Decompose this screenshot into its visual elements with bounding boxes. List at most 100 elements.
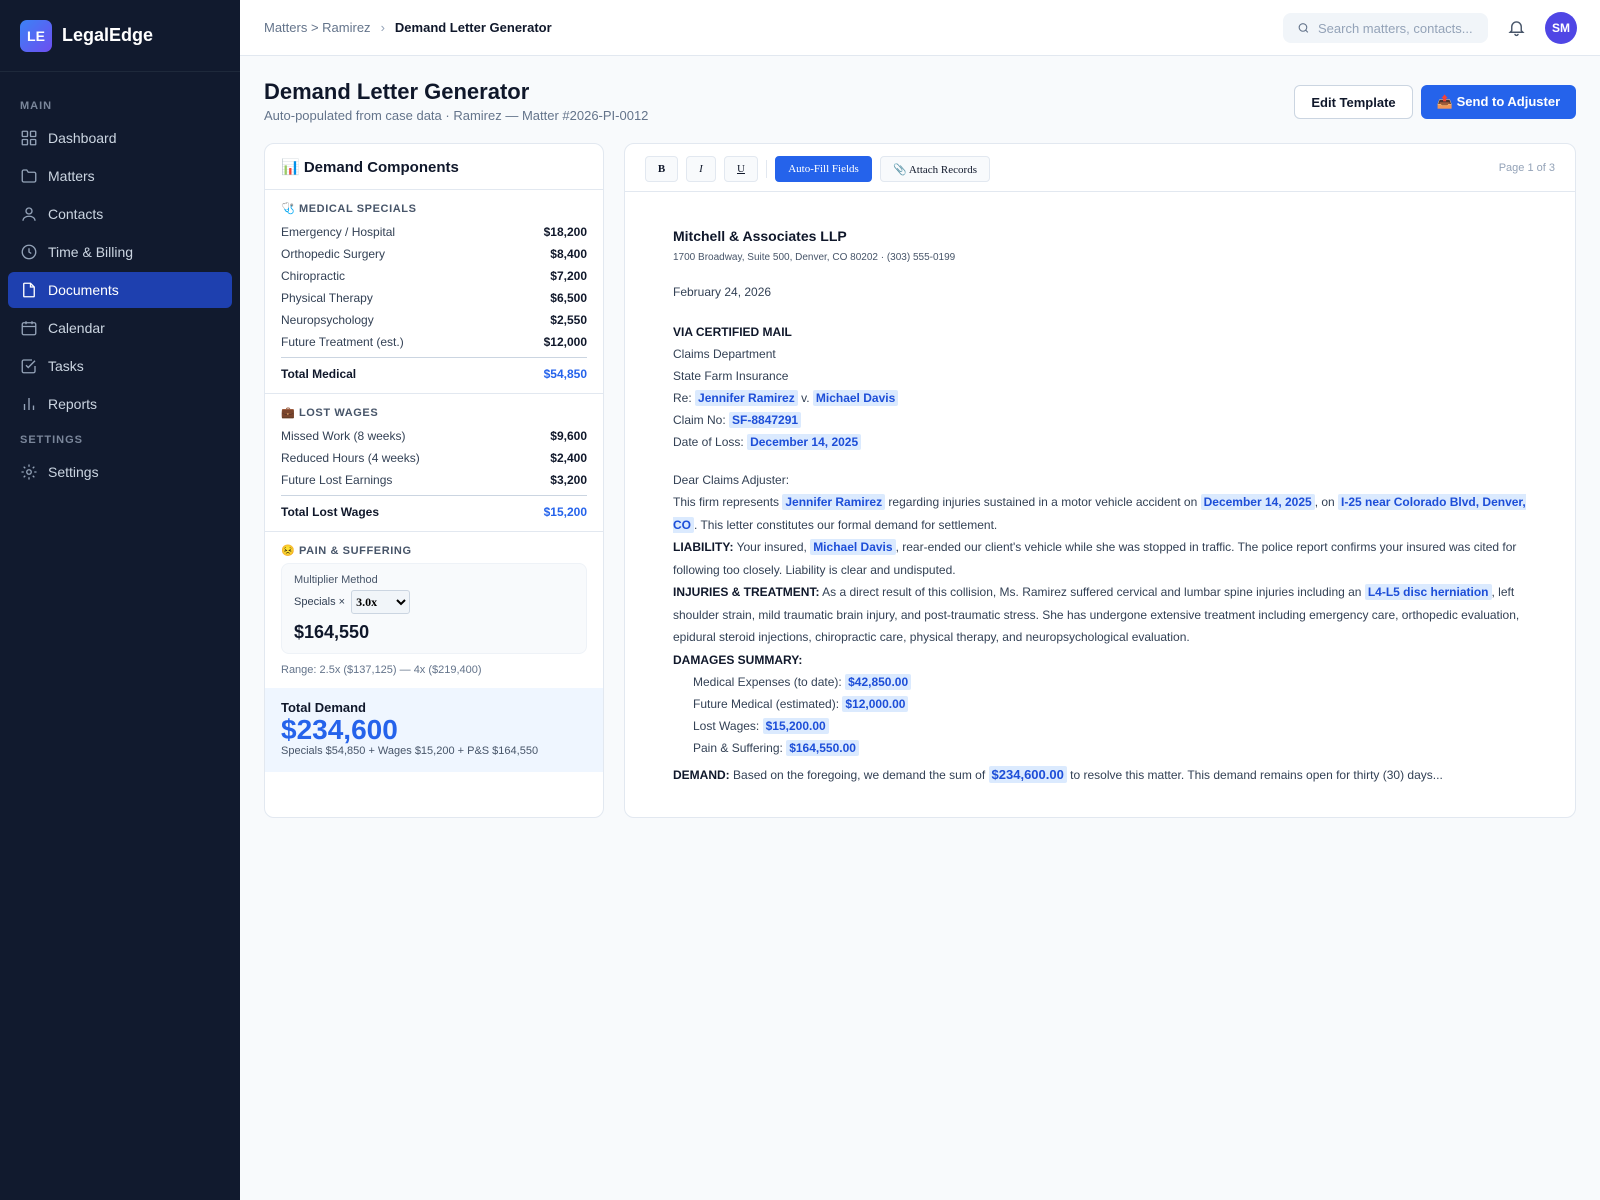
auto-fill-button[interactable]: Auto-Fill Fields xyxy=(775,156,872,182)
claim-number-field[interactable]: SF-8847291 xyxy=(729,412,802,428)
toolbar-divider xyxy=(766,160,767,178)
search-input[interactable] xyxy=(1318,20,1488,36)
search-icon xyxy=(1298,23,1309,33)
line-item: Chiropractic $7,200 xyxy=(281,265,587,287)
breadcrumb: Matters > Ramirez › Demand Letter Genera… xyxy=(264,20,552,35)
damage-item: Medical Expenses (to date): $42,850.00 xyxy=(693,671,1527,693)
bold-button[interactable]: B xyxy=(645,156,678,182)
attach-records-button[interactable]: 📎 Attach Records xyxy=(880,156,990,182)
italic-button[interactable]: I xyxy=(686,156,716,182)
damage-value-field[interactable]: $15,200.00 xyxy=(762,718,829,734)
damage-item: Lost Wages: $15,200.00 xyxy=(693,715,1527,737)
firm-address: 1700 Broadway, Suite 500, Denver, CO 802… xyxy=(673,252,956,263)
re-line: Re: Jennifer Ramirez v. Michael Davis xyxy=(673,387,1527,409)
sidebar-item-matters[interactable]: Matters xyxy=(8,158,232,194)
damage-label: Pain & Suffering: xyxy=(693,741,783,755)
damage-value-field[interactable]: $164,550.00 xyxy=(786,740,859,756)
nav-section-settings: SETTINGS xyxy=(20,434,84,446)
line-item-label: Future Treatment (est.) xyxy=(281,335,404,349)
sidebar-item-label: Contacts xyxy=(48,206,104,222)
breadcrumb-parent[interactable]: Matters > Ramirez xyxy=(264,20,371,35)
total-demand-breakdown: Specials $54,850 + Wages $15,200 + P&S $… xyxy=(281,745,539,757)
para-text: , on xyxy=(1314,495,1335,509)
liability-label: LIABILITY: xyxy=(673,540,734,554)
line-item: Physical Therapy $6,500 xyxy=(281,287,587,309)
sidebar-item-reports[interactable]: Reports xyxy=(8,386,232,422)
injuries-label: INJURIES & TREATMENT: xyxy=(673,585,820,599)
notifications-button[interactable] xyxy=(1507,18,1526,42)
dashboard-icon xyxy=(21,130,37,146)
loss-date-field[interactable]: December 14, 2025 xyxy=(747,434,862,450)
pain-suffering-section: 😣 PAIN & SUFFERING Multiplier Method Spe… xyxy=(265,531,603,676)
total-value: $54,850 xyxy=(543,366,587,381)
panel-title: 📊 Demand Components xyxy=(265,144,603,190)
defendant-field[interactable]: Michael Davis xyxy=(812,390,899,406)
sidebar-item-calendar[interactable]: Calendar xyxy=(8,310,232,346)
damage-label: Lost Wages: xyxy=(693,719,760,733)
line-item: Orthopedic Surgery $8,400 xyxy=(281,243,587,265)
loss-date-field[interactable]: December 14, 2025 xyxy=(1200,494,1315,510)
sidebar-item-time-billing[interactable]: Time & Billing xyxy=(8,234,232,270)
sidebar: LE LegalEdge MAIN Dashboard Matters Cont… xyxy=(0,0,240,1200)
firm-name: Mitchell & Associates LLP xyxy=(673,228,847,244)
total-medical-row: Total Medical $54,850 xyxy=(281,357,587,385)
para-text: As a direct result of this collision, Ms… xyxy=(822,585,1362,599)
para-text: to resolve this matter. This demand rema… xyxy=(1070,768,1443,782)
para-text: This firm represents xyxy=(673,495,780,509)
total-label: Total Lost Wages xyxy=(281,504,380,519)
line-item-label: Orthopedic Surgery xyxy=(281,247,386,261)
section-title: 😣 PAIN & SUFFERING xyxy=(281,545,412,557)
underline-button[interactable]: U xyxy=(724,156,758,182)
line-item-label: Neuropsychology xyxy=(281,313,374,327)
sidebar-item-documents[interactable]: Documents xyxy=(8,272,232,308)
damages-summary: DAMAGES SUMMARY: xyxy=(673,649,1527,672)
bar-chart-icon xyxy=(23,398,35,410)
sidebar-item-label: Settings xyxy=(48,464,99,480)
demand-amount-field[interactable]: $234,600.00 xyxy=(988,766,1067,783)
line-item-label: Missed Work (8 weeks) xyxy=(281,429,406,443)
total-wages-row: Total Lost Wages $15,200 xyxy=(281,495,587,523)
sidebar-item-settings[interactable]: Settings xyxy=(8,454,232,490)
sidebar-item-label: Reports xyxy=(48,396,98,412)
multiplier-method-label: Multiplier Method xyxy=(294,574,378,586)
sidebar-item-tasks[interactable]: Tasks xyxy=(8,348,232,384)
damage-value-field[interactable]: $42,850.00 xyxy=(845,674,912,690)
letter-body[interactable]: Mitchell & Associates LLP 1700 Broadway,… xyxy=(625,192,1575,787)
pain-suffering-amount: $164,550 xyxy=(294,622,370,642)
sidebar-item-label: Tasks xyxy=(48,358,84,374)
page-title: Demand Letter Generator xyxy=(264,79,530,104)
letter-header-block: VIA CERTIFIED MAIL Claims Department Sta… xyxy=(673,321,1527,453)
search-box[interactable] xyxy=(1283,13,1488,43)
damage-label: Future Medical (estimated): xyxy=(693,697,840,711)
clock-icon xyxy=(21,244,37,260)
line-item-label: Chiropractic xyxy=(281,269,346,283)
calendar-icon xyxy=(21,321,37,336)
sidebar-item-label: Dashboard xyxy=(48,130,117,146)
line-item-label: Emergency / Hospital xyxy=(281,225,396,239)
plaintiff-field[interactable]: Jennifer Ramirez xyxy=(782,494,886,510)
sidebar-item-contacts[interactable]: Contacts xyxy=(8,196,232,232)
plaintiff-field[interactable]: Jennifer Ramirez xyxy=(695,390,798,406)
breadcrumb-separator: › xyxy=(380,20,385,35)
defendant-field[interactable]: Michael Davis xyxy=(810,539,896,555)
send-to-adjuster-button[interactable]: 📤 Send to Adjuster xyxy=(1421,85,1576,119)
line-item-value: $7,200 xyxy=(550,269,587,283)
multiplier-select[interactable]: 3.0x xyxy=(351,590,411,614)
total-demand-box: Total Demand $234,600 Specials $54,850 +… xyxy=(265,688,603,772)
sidebar-item-dashboard[interactable]: Dashboard xyxy=(8,120,232,156)
para-text: Your insured, xyxy=(736,540,807,554)
brand[interactable]: LE LegalEdge xyxy=(0,0,240,72)
versus: v. xyxy=(801,391,810,405)
line-item: Emergency / Hospital $18,200 xyxy=(281,221,587,243)
line-item-label: Reduced Hours (4 weeks) xyxy=(281,451,420,465)
edit-template-button[interactable]: Edit Template xyxy=(1294,85,1413,119)
line-item-value: $3,200 xyxy=(550,473,587,487)
line-item-value: $2,550 xyxy=(550,313,587,327)
multiplier-row: Specials × 3.0x xyxy=(294,590,574,614)
avatar[interactable]: SM xyxy=(1545,12,1577,44)
line-item-label: Future Lost Earnings xyxy=(281,473,393,487)
injury-field[interactable]: L4-L5 disc herniation xyxy=(1364,584,1492,600)
total-value: $15,200 xyxy=(543,504,587,519)
damage-value-field[interactable]: $12,000.00 xyxy=(842,696,909,712)
claim-line: Claim No: SF-8847291 xyxy=(673,409,1527,431)
